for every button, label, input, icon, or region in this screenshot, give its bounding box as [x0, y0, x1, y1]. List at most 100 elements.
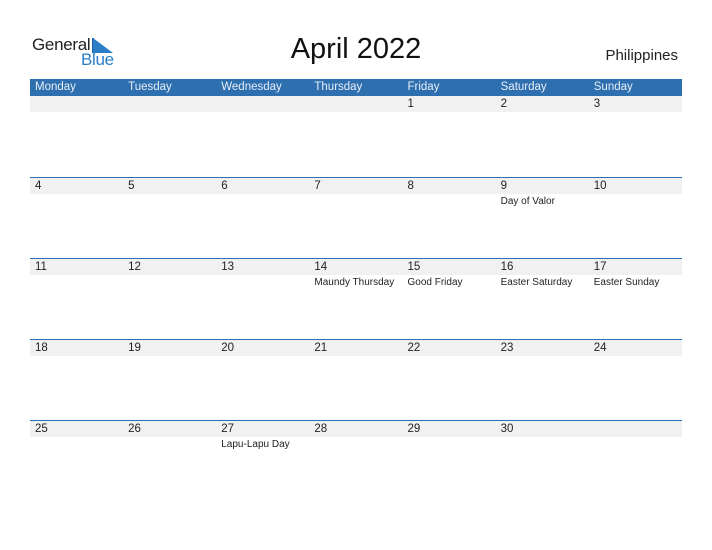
holiday-label [30, 194, 123, 196]
day-cell: 19 [123, 340, 217, 420]
week-row: 18 19 20 21 22 23 24 [30, 339, 682, 420]
day-cell: 2 [495, 96, 589, 177]
holiday-label [216, 194, 309, 196]
holiday-label [496, 112, 589, 114]
day-number: 5 [123, 178, 217, 194]
day-number: 23 [495, 340, 589, 356]
weekday-saturday: Saturday [500, 81, 547, 93]
day-cell: 8 [402, 178, 496, 258]
day-number: 1 [402, 96, 496, 112]
day-number: 14 [309, 259, 403, 275]
day-cell: 11 [30, 259, 124, 339]
weekday-sunday: Sunday [593, 81, 633, 93]
day-cell: 18 [30, 340, 124, 420]
day-cell: 27 Lapu-Lapu Day [216, 421, 310, 501]
weeks-container: 1 2 3 4 5 6 7 8 9 Day of Valor 10 11 12 13 14 Maundy Th… [30, 96, 682, 501]
holiday-label [589, 437, 682, 439]
holiday-label [309, 356, 402, 358]
holiday-label [403, 437, 496, 439]
holiday-label [216, 356, 309, 358]
day-number: 7 [309, 178, 403, 194]
day-number [123, 96, 217, 112]
day-number: 12 [123, 259, 217, 275]
holiday-label [30, 275, 123, 277]
day-number: 25 [30, 421, 124, 437]
holiday-label [123, 112, 216, 114]
day-cell: 3 [588, 96, 682, 177]
day-number: 26 [123, 421, 217, 437]
day-cell: 15 Good Friday [402, 259, 496, 339]
holiday-label: Easter Sunday [593, 277, 660, 288]
day-number: 4 [30, 178, 124, 194]
holiday-label [123, 194, 216, 196]
day-cell: 23 [495, 340, 589, 420]
day-number: 17 [588, 259, 682, 275]
day-number [588, 421, 682, 437]
day-cell: 9 Day of Valor [495, 178, 589, 258]
day-cell: 10 [588, 178, 682, 258]
week-row: 123 [30, 96, 682, 177]
holiday-label [403, 112, 496, 114]
day-cell [588, 421, 682, 501]
day-cell [123, 96, 217, 177]
day-cell: 21 [309, 340, 403, 420]
day-cell: 30 [495, 421, 589, 501]
holiday-label [589, 112, 682, 114]
weekday-tuesday: Tuesday [128, 81, 172, 93]
day-number: 8 [402, 178, 496, 194]
day-cell: 16 Easter Saturday [495, 259, 589, 339]
holiday-label [309, 194, 402, 196]
holiday-label [216, 275, 309, 277]
holiday-label [403, 356, 496, 358]
day-cell: 22 [402, 340, 496, 420]
holiday-label: Day of Valor [500, 196, 555, 207]
day-number: 10 [588, 178, 682, 194]
day-number: 18 [30, 340, 124, 356]
week-row: 25 26 27 Lapu-Lapu Day 28 29 30 [30, 420, 682, 501]
weekday-monday: Monday [35, 81, 76, 93]
day-number: 22 [402, 340, 496, 356]
weekday-header: Monday Tuesday Wednesday Thursday Friday… [30, 79, 682, 96]
holiday-label [123, 437, 216, 439]
calendar-grid: Monday Tuesday Wednesday Thursday Friday… [30, 79, 682, 501]
holiday-label [309, 437, 402, 439]
day-number [309, 96, 403, 112]
week-row: 4 5 6 7 8 9 Day of Valor 10 [30, 177, 682, 258]
country-label: Philippines [605, 47, 678, 64]
holiday-label [589, 356, 682, 358]
holiday-label [309, 112, 402, 114]
holiday-label [30, 356, 123, 358]
day-number: 24 [588, 340, 682, 356]
holiday-label: Easter Saturday [500, 277, 573, 288]
day-cell: 1 [402, 96, 496, 177]
weekday-friday: Friday [407, 81, 440, 93]
holiday-label: Maundy Thursday [314, 277, 395, 288]
day-cell: 4 [30, 178, 124, 258]
day-cell: 5 [123, 178, 217, 258]
day-number: 21 [309, 340, 403, 356]
day-number: 11 [30, 259, 124, 275]
day-cell [309, 96, 403, 177]
holiday-label [216, 112, 309, 114]
day-cell: 20 [216, 340, 310, 420]
day-cell [216, 96, 310, 177]
day-number: 30 [495, 421, 589, 437]
day-number: 9 [495, 178, 589, 194]
day-number: 28 [309, 421, 403, 437]
holiday-label [496, 437, 589, 439]
day-cell: 24 [588, 340, 682, 420]
day-cell: 6 [216, 178, 310, 258]
holiday-label [496, 356, 589, 358]
day-number: 20 [216, 340, 310, 356]
day-cell: 29 [402, 421, 496, 501]
day-number: 27 [216, 421, 310, 437]
week-row: 11 12 13 14 Maundy Thursday 15 Good Friday 16 Ea… [30, 258, 682, 339]
holiday-label: Good Friday [407, 277, 463, 288]
day-cell: 12 [123, 259, 217, 339]
day-number: 16 [495, 259, 589, 275]
day-cell: 28 [309, 421, 403, 501]
day-cell: 17 Easter Sunday [588, 259, 682, 339]
day-number: 29 [402, 421, 496, 437]
day-number [216, 96, 310, 112]
holiday-label [30, 112, 123, 114]
